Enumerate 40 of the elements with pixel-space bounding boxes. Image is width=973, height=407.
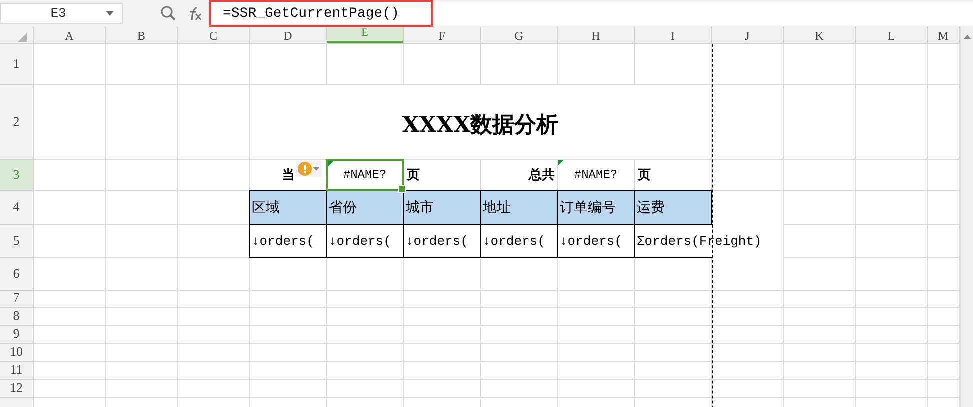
column-header[interactable]: M bbox=[928, 27, 960, 44]
column-header[interactable]: H bbox=[558, 27, 635, 44]
header-cell: 订单编号 bbox=[557, 190, 635, 225]
row-header[interactable]: 8 bbox=[0, 308, 34, 326]
row-header[interactable]: 4 bbox=[0, 191, 34, 225]
dropdown-caret-icon[interactable] bbox=[106, 11, 114, 16]
row-header[interactable]: 10 bbox=[0, 344, 34, 362]
name-box[interactable]: E3 bbox=[0, 3, 123, 24]
column-header[interactable]: J bbox=[712, 27, 784, 44]
column-header[interactable]: C bbox=[178, 27, 250, 44]
header-cell: 区域 bbox=[249, 190, 327, 225]
column-header[interactable]: I bbox=[635, 27, 712, 44]
row-header[interactable]: 2 bbox=[0, 85, 34, 160]
formula-field[interactable]: =SSR_GetCurrentPage() bbox=[211, 2, 973, 26]
header-cell: 运费 bbox=[634, 190, 712, 225]
fill-handle[interactable] bbox=[398, 185, 406, 193]
row-header[interactable]: 5 bbox=[0, 225, 34, 258]
zoom-icon[interactable] bbox=[161, 6, 176, 21]
header-cell: 城市 bbox=[403, 190, 481, 225]
table-cell: Σorders(Freight) bbox=[634, 224, 784, 258]
column-header[interactable]: G bbox=[481, 27, 558, 44]
row-header[interactable]: 7 bbox=[0, 291, 34, 308]
table-cell[interactable]: #NAME? bbox=[326, 159, 404, 191]
row-header[interactable]: 9 bbox=[0, 326, 34, 344]
column-header[interactable]: B bbox=[106, 27, 178, 44]
column-header[interactable]: D bbox=[250, 27, 327, 44]
row-header[interactable]: 11 bbox=[0, 362, 34, 380]
scroll-up-icon[interactable] bbox=[964, 35, 970, 39]
table-cell: ↓orders( bbox=[249, 224, 327, 258]
column-header[interactable]: K bbox=[784, 27, 856, 44]
row-header[interactable]: 6 bbox=[0, 258, 34, 291]
vertical-scrollbar[interactable] bbox=[960, 27, 973, 407]
column-header[interactable]: A bbox=[34, 27, 106, 44]
column-header[interactable]: L bbox=[856, 27, 928, 44]
select-all-icon[interactable] bbox=[18, 33, 27, 42]
row-header[interactable]: 1 bbox=[0, 44, 34, 85]
header-cell: 地址 bbox=[480, 190, 558, 225]
header-cell: 省份 bbox=[326, 190, 404, 225]
warning-tag-icon[interactable] bbox=[296, 161, 322, 177]
column-header[interactable]: F bbox=[404, 27, 481, 44]
